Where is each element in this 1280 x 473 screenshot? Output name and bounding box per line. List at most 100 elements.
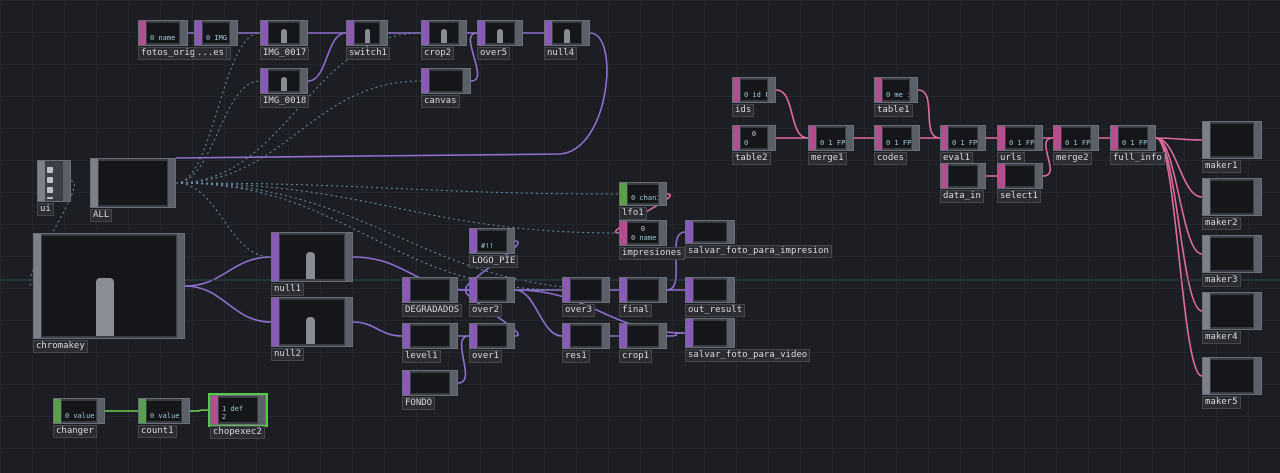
node-impresiones[interactable]: 0 name 0 — [619, 220, 667, 246]
node-label-maker4[interactable]: maker4 — [1202, 331, 1241, 344]
node-label-IMG_0017[interactable]: IMG_0017 — [260, 47, 310, 60]
node-label-salvar_video[interactable]: salvar_foto_para_video — [685, 349, 811, 362]
output-connector[interactable] — [450, 278, 457, 302]
output-connector[interactable] — [912, 126, 919, 150]
output-connector[interactable] — [727, 221, 734, 243]
input-connector[interactable] — [470, 229, 477, 253]
output-connector[interactable] — [345, 233, 352, 281]
output-connector[interactable] — [1254, 122, 1261, 158]
input-connector[interactable] — [1203, 179, 1210, 215]
input-connector[interactable] — [403, 371, 410, 395]
input-connector[interactable] — [620, 324, 627, 348]
output-connector[interactable] — [450, 371, 457, 395]
node-label-salvar_impresion[interactable]: salvar_foto_para_impresion — [685, 245, 832, 258]
node-urls[interactable]: 0 1 FP — [997, 125, 1043, 151]
input-connector[interactable] — [1203, 236, 1210, 272]
node-table2[interactable]: 00 — [732, 125, 776, 151]
node-fotos_originales[interactable]: 0 name — [138, 20, 188, 46]
output-connector[interactable] — [463, 69, 470, 93]
node-crop1[interactable] — [619, 323, 667, 349]
output-connector[interactable] — [659, 221, 666, 245]
output-connector[interactable] — [978, 126, 985, 150]
node-lfo1[interactable]: 0 chan1 — [619, 182, 667, 206]
wire-IMG_0018-switch1[interactable] — [307, 32, 347, 82]
output-connector[interactable] — [300, 21, 307, 45]
node-label-final[interactable]: final — [619, 304, 653, 317]
wire-chromakey-null1[interactable] — [184, 256, 272, 287]
wire-count1-chopexec2[interactable] — [189, 409, 211, 412]
input-connector[interactable] — [563, 324, 570, 348]
node-final[interactable] — [619, 277, 667, 303]
node-label-chopexec2[interactable]: chopexec2 — [210, 426, 265, 439]
input-connector[interactable] — [733, 78, 740, 102]
node-switch1[interactable] — [346, 20, 388, 46]
input-connector[interactable] — [139, 399, 146, 423]
input-connector[interactable] — [422, 69, 429, 93]
node-label-null2[interactable]: null2 — [271, 348, 305, 361]
output-connector[interactable] — [582, 21, 589, 45]
output-connector[interactable] — [300, 69, 307, 93]
node-over1[interactable] — [469, 323, 515, 349]
output-connector[interactable] — [768, 78, 775, 102]
input-connector[interactable] — [470, 278, 477, 302]
output-connector[interactable] — [659, 183, 666, 205]
output-connector[interactable] — [1254, 293, 1261, 329]
node-label-lfo1[interactable]: lfo1 — [619, 207, 647, 220]
node-label-canvas[interactable]: canvas — [421, 95, 460, 108]
node-label-table1[interactable]: table1 — [874, 104, 913, 117]
node-maker3[interactable] — [1202, 235, 1262, 273]
node-maker4[interactable] — [1202, 292, 1262, 330]
output-connector[interactable] — [515, 21, 522, 45]
output-connector[interactable] — [168, 159, 175, 207]
input-connector[interactable] — [139, 21, 146, 45]
output-connector[interactable] — [659, 324, 666, 348]
input-connector[interactable] — [1111, 126, 1118, 150]
output-connector[interactable] — [910, 78, 917, 102]
node-label-over1[interactable]: over1 — [469, 350, 503, 363]
node-label-over3[interactable]: over3 — [562, 304, 596, 317]
input-connector[interactable] — [1203, 293, 1210, 329]
node-label-maker3[interactable]: maker3 — [1202, 274, 1241, 287]
node-maker1[interactable] — [1202, 121, 1262, 159]
output-connector[interactable] — [507, 324, 514, 348]
node-label-LOGO_PIE[interactable]: LOGO_PIE — [469, 255, 519, 268]
output-connector[interactable] — [846, 126, 853, 150]
input-connector[interactable] — [620, 183, 627, 205]
node-imgsel[interactable]: 0 IMG — [194, 20, 238, 46]
node-over2[interactable] — [469, 277, 515, 303]
node-IMG_0017[interactable] — [260, 20, 308, 46]
wire-ALL-null1[interactable] — [175, 182, 272, 258]
node-label-level1[interactable]: level1 — [402, 350, 441, 363]
node-label-merge1[interactable]: merge1 — [808, 152, 847, 165]
output-connector[interactable] — [450, 324, 457, 348]
node-crop2[interactable] — [421, 20, 467, 46]
input-connector[interactable] — [1054, 126, 1061, 150]
node-label-select1[interactable]: select1 — [997, 190, 1041, 203]
output-connector[interactable] — [177, 234, 184, 338]
node-LOGO_PIE[interactable]: #!! — [469, 228, 515, 254]
node-label-ids[interactable]: ids — [732, 104, 755, 117]
input-connector[interactable] — [686, 278, 693, 302]
wire-ids-merge1[interactable] — [775, 89, 809, 139]
output-connector[interactable] — [1035, 164, 1042, 188]
output-connector[interactable] — [1254, 236, 1261, 272]
node-select1[interactable] — [997, 163, 1043, 189]
node-label-impresiones[interactable]: impresiones — [619, 247, 685, 260]
node-canvas[interactable] — [421, 68, 471, 94]
node-out_result[interactable] — [685, 277, 735, 303]
node-level1[interactable] — [402, 323, 458, 349]
input-connector[interactable] — [809, 126, 816, 150]
output-connector[interactable] — [507, 278, 514, 302]
node-ui[interactable] — [37, 160, 71, 202]
output-connector[interactable] — [507, 229, 514, 253]
input-connector[interactable] — [478, 21, 485, 45]
node-IMG_0018[interactable] — [260, 68, 308, 94]
output-connector[interactable] — [727, 319, 734, 347]
node-codes[interactable]: 0 1 FP — [874, 125, 920, 151]
input-connector[interactable] — [620, 221, 627, 245]
wire-final-salvar_impresion[interactable] — [666, 231, 686, 291]
network-editor[interactable]: 0 name fotos_originales 0 IMG ...es IMG_0017… — [0, 0, 1280, 473]
input-connector[interactable] — [941, 126, 948, 150]
output-connector[interactable] — [380, 21, 387, 45]
output-connector[interactable] — [258, 396, 265, 424]
